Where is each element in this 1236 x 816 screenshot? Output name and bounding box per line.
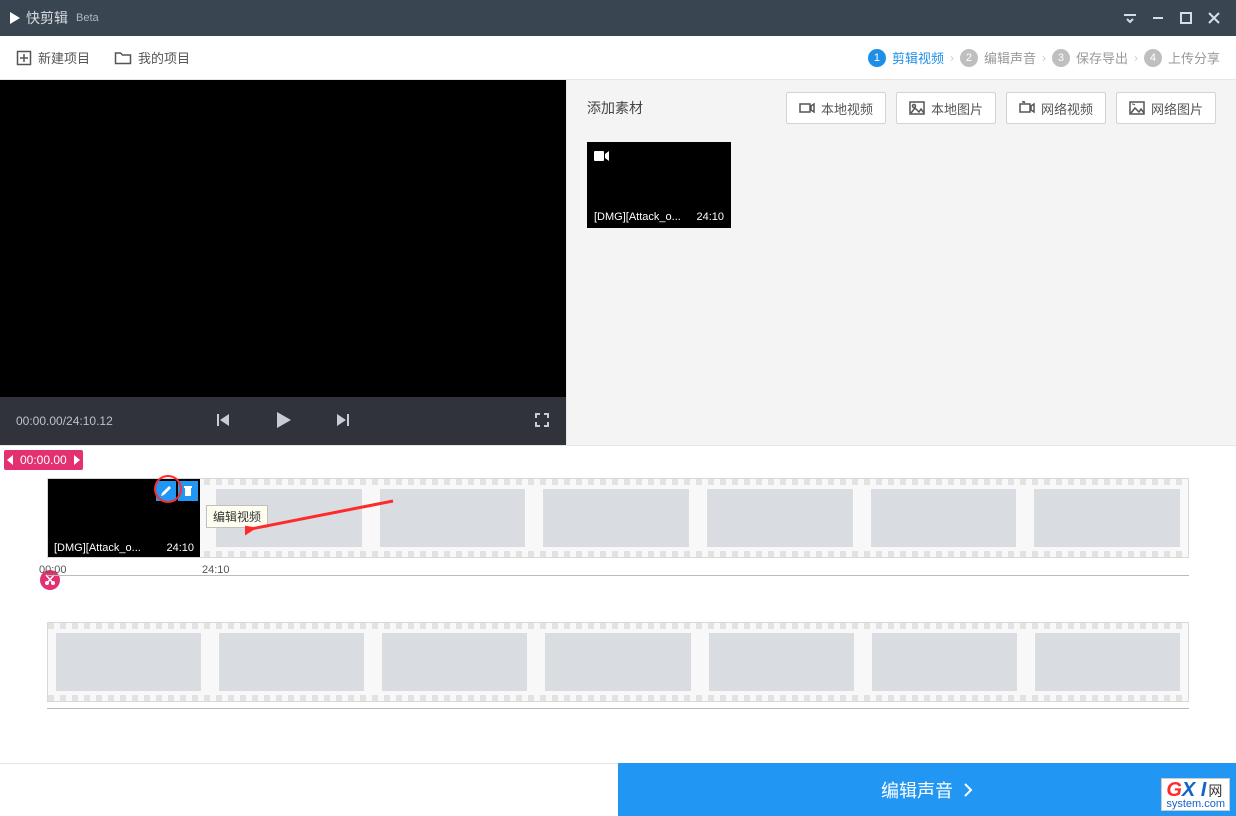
clip-name: [DMG][Attack_o... bbox=[54, 542, 141, 554]
local-image-button[interactable]: 本地图片 bbox=[896, 92, 996, 124]
empty-slot[interactable] bbox=[543, 489, 689, 547]
asset-name: [DMG][Attack_o... bbox=[594, 211, 681, 223]
watermark: GX I网 system.com bbox=[1161, 778, 1230, 811]
main-row: 00:00.00/24:10.12 添加素材 本地视频 本地图片 网络视频 网络… bbox=[0, 80, 1236, 445]
edit-clip-button[interactable] bbox=[156, 481, 176, 501]
edit-tooltip: 编辑视频 bbox=[206, 505, 268, 528]
playhead-flag[interactable]: 00:00.00 bbox=[4, 450, 83, 470]
maximize-button[interactable] bbox=[1172, 4, 1200, 32]
app-logo: 快剪辑 Beta bbox=[8, 8, 99, 28]
workflow-steps: 1剪辑视频 › 2编辑声音 › 3保存导出 › 4上传分享 bbox=[868, 48, 1220, 67]
menu-dropdown-icon[interactable] bbox=[1116, 4, 1144, 32]
empty-slot[interactable] bbox=[709, 633, 854, 691]
playhead-time: 00:00.00 bbox=[18, 453, 69, 467]
axis-start: 00:00 bbox=[39, 564, 67, 576]
my-projects-button[interactable]: 我的项目 bbox=[114, 48, 190, 67]
assets-panel: 添加素材 本地视频 本地图片 网络视频 网络图片 [DMG][Attack_o.… bbox=[566, 80, 1236, 445]
net-image-button[interactable]: 网络图片 bbox=[1116, 92, 1216, 124]
bottom-blank bbox=[0, 763, 618, 816]
step-save-export[interactable]: 3保存导出 bbox=[1052, 48, 1128, 67]
empty-slot[interactable] bbox=[871, 489, 1017, 547]
axis-mark: 24:10 bbox=[202, 564, 230, 576]
arrow-left-icon[interactable] bbox=[4, 455, 18, 465]
next-button[interactable] bbox=[335, 412, 351, 431]
delete-clip-button[interactable] bbox=[178, 481, 198, 501]
assets-header: 添加素材 本地视频 本地图片 网络视频 网络图片 bbox=[567, 80, 1236, 136]
minimize-button[interactable] bbox=[1144, 4, 1172, 32]
assets-title: 添加素材 bbox=[587, 98, 643, 118]
empty-slot[interactable] bbox=[56, 633, 201, 691]
my-projects-label: 我的项目 bbox=[138, 48, 190, 67]
audio-track[interactable] bbox=[47, 622, 1189, 702]
empty-slot[interactable] bbox=[380, 489, 526, 547]
app-name: 快剪辑 bbox=[26, 8, 68, 28]
titlebar: 快剪辑 Beta bbox=[0, 0, 1236, 36]
toolbar: 新建项目 我的项目 1剪辑视频 › 2编辑声音 › 3保存导出 › 4上传分享 bbox=[0, 36, 1236, 80]
asset-card[interactable]: [DMG][Attack_o... 24:10 bbox=[587, 142, 731, 228]
empty-slot[interactable] bbox=[382, 633, 527, 691]
video-preview[interactable]: 00:00.00/24:10.12 bbox=[0, 80, 566, 445]
player-time: 00:00.00/24:10.12 bbox=[16, 414, 113, 428]
video-icon bbox=[594, 149, 610, 167]
fullscreen-button[interactable] bbox=[534, 412, 550, 431]
step-edit-video[interactable]: 1剪辑视频 bbox=[868, 48, 944, 67]
empty-slot[interactable] bbox=[545, 633, 690, 691]
asset-grid: [DMG][Attack_o... 24:10 bbox=[567, 136, 1236, 234]
new-project-label: 新建项目 bbox=[38, 48, 90, 67]
timeline-clip[interactable]: [DMG][Attack_o... 24:10 bbox=[48, 479, 200, 557]
arrow-right-icon[interactable] bbox=[69, 455, 83, 465]
next-step-button[interactable]: 编辑声音 bbox=[618, 763, 1236, 816]
timeline: 00:00.00 [DMG][Attack_o... 24:10 编辑视频 00… bbox=[0, 445, 1236, 709]
asset-duration: 24:10 bbox=[696, 211, 724, 223]
step-upload-share[interactable]: 4上传分享 bbox=[1144, 48, 1220, 67]
step-edit-audio[interactable]: 2编辑声音 bbox=[960, 48, 1036, 67]
next-step-label: 编辑声音 bbox=[881, 777, 953, 803]
video-track[interactable]: [DMG][Attack_o... 24:10 编辑视频 bbox=[47, 478, 1189, 558]
bottom-bar: 编辑声音 bbox=[0, 763, 1236, 816]
empty-slot[interactable] bbox=[872, 633, 1017, 691]
new-project-button[interactable]: 新建项目 bbox=[16, 48, 90, 67]
time-axis: 00:00 24:10 bbox=[47, 562, 1189, 576]
player-controls: 00:00.00/24:10.12 bbox=[0, 397, 566, 445]
close-button[interactable] bbox=[1200, 4, 1228, 32]
net-video-button[interactable]: 网络视频 bbox=[1006, 92, 1106, 124]
beta-label: Beta bbox=[76, 12, 99, 24]
clip-duration: 24:10 bbox=[166, 542, 194, 554]
empty-slot[interactable] bbox=[1035, 633, 1180, 691]
local-video-button[interactable]: 本地视频 bbox=[786, 92, 886, 124]
chevron-right-icon: › bbox=[1042, 51, 1046, 65]
play-button[interactable] bbox=[273, 410, 293, 433]
chevron-right-icon: › bbox=[950, 51, 954, 65]
empty-slot[interactable] bbox=[1034, 489, 1180, 547]
empty-slot[interactable] bbox=[707, 489, 853, 547]
chevron-right-icon: › bbox=[1134, 51, 1138, 65]
prev-button[interactable] bbox=[215, 412, 231, 431]
empty-slot[interactable] bbox=[219, 633, 364, 691]
